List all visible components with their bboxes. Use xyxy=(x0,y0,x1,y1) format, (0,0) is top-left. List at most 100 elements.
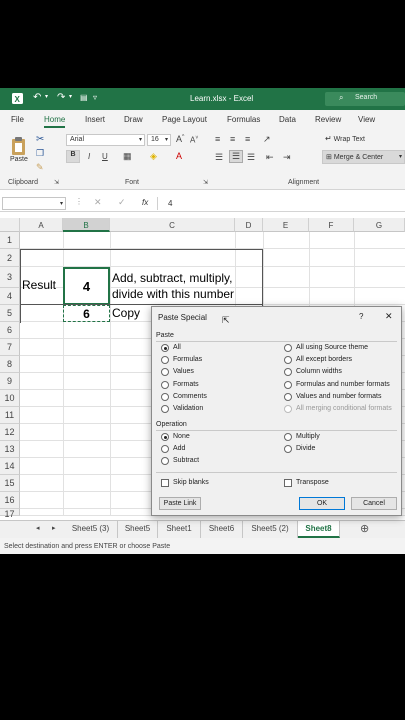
row-header-9[interactable]: 9 xyxy=(0,373,20,390)
font-color-icon[interactable]: A xyxy=(176,151,182,161)
op_left-radio-1[interactable] xyxy=(161,445,169,454)
tab-review[interactable]: Review xyxy=(315,115,341,124)
tab-data[interactable]: Data xyxy=(279,115,296,124)
row-header-7[interactable]: 7 xyxy=(0,339,20,356)
row-header-17[interactable]: 17 xyxy=(0,509,20,519)
paste_right-radio-0[interactable] xyxy=(284,344,292,352)
close-button[interactable]: ✕ xyxy=(385,311,393,322)
formula-input[interactable]: 4 xyxy=(157,197,405,210)
italic-button[interactable]: I xyxy=(88,152,90,161)
row-header-15[interactable]: 15 xyxy=(0,475,20,492)
grow-font-icon[interactable]: A^ xyxy=(176,134,184,144)
column-header-d[interactable]: D xyxy=(235,218,263,232)
sheet-tab-sheet5[interactable]: Sheet5 xyxy=(118,521,158,538)
column-header-g[interactable]: G xyxy=(354,218,405,232)
op_left-radio-2[interactable] xyxy=(161,457,169,466)
cancel-icon[interactable]: ✕ xyxy=(94,197,102,208)
paste_right-radio-3[interactable] xyxy=(284,380,292,389)
wrap-text-button[interactable]: ↵ Wrap Text xyxy=(325,134,405,146)
row-header-13[interactable]: 13 xyxy=(0,441,20,458)
row-header-10[interactable]: 10 xyxy=(0,390,20,407)
shrink-font-icon[interactable]: A˅ xyxy=(190,135,198,145)
row-header-8[interactable]: 8 xyxy=(0,356,20,373)
bold-button[interactable]: B xyxy=(66,150,80,163)
row-header-14[interactable]: 14 xyxy=(0,458,20,475)
insert-function-icon[interactable]: fx xyxy=(142,198,148,207)
tab-page-layout[interactable]: Page Layout xyxy=(162,115,207,124)
name-box[interactable]: ▾ xyxy=(2,197,66,210)
ok-button[interactable]: OK xyxy=(299,497,345,510)
paste-button[interactable]: Paste xyxy=(8,136,30,166)
cancel-button[interactable]: Cancel xyxy=(351,497,397,510)
row-header-2[interactable]: 2 xyxy=(0,249,20,267)
paste_left-radio-3[interactable] xyxy=(161,380,169,389)
row-header-4[interactable]: 4 xyxy=(0,288,20,305)
format-painter-icon[interactable]: ✎ xyxy=(36,162,44,173)
align-right-icon[interactable]: ☰ xyxy=(247,152,255,163)
column-header-c[interactable]: C xyxy=(110,218,235,232)
column-header-b[interactable]: B xyxy=(63,218,110,232)
align-center-icon[interactable]: ☰ xyxy=(229,150,244,163)
font-launcher-icon[interactable]: ⇲ xyxy=(203,179,208,186)
quick-access-more-icon[interactable]: ▿ xyxy=(93,93,97,102)
undo-icon[interactable]: ↶ xyxy=(33,92,41,103)
decrease-indent-icon[interactable]: ⇤ xyxy=(266,152,274,163)
clipboard-launcher-icon[interactable]: ⇲ xyxy=(54,179,59,186)
row-header-16[interactable]: 16 xyxy=(0,492,20,509)
column-header-f[interactable]: F xyxy=(309,218,354,232)
align-bottom-icon[interactable]: ≡ xyxy=(245,134,250,144)
paste_left-radio-0[interactable] xyxy=(161,344,169,352)
row-header-6[interactable]: 6 xyxy=(0,322,20,339)
paste_left-radio-5[interactable] xyxy=(161,405,169,413)
align-top-icon[interactable]: ≡ xyxy=(215,134,220,144)
paste_left-radio-2[interactable] xyxy=(161,368,169,377)
align-left-icon[interactable]: ☰ xyxy=(215,152,223,163)
cell-c3[interactable]: Add, subtract, multiply, divide with thi… xyxy=(110,267,263,305)
cell-b3-selected[interactable]: 4 xyxy=(63,267,110,305)
add-sheet-icon[interactable]: ⊕ xyxy=(360,522,369,535)
search-box[interactable]: ⌕ Search xyxy=(325,92,405,106)
skip-blanks-checkbox[interactable] xyxy=(161,479,169,487)
transpose-checkbox[interactable] xyxy=(284,479,292,487)
column-header-e[interactable]: E xyxy=(263,218,309,232)
op_right-radio-0[interactable] xyxy=(284,433,292,441)
row-header-3[interactable]: 3 xyxy=(0,267,20,288)
redo-icon[interactable]: ↷ xyxy=(57,92,65,103)
tab-file[interactable]: File xyxy=(11,115,24,124)
cell-a3[interactable]: Result xyxy=(20,267,63,305)
select-all-corner[interactable] xyxy=(0,218,20,232)
tab-draw[interactable]: Draw xyxy=(124,115,143,124)
align-middle-icon[interactable]: ≡ xyxy=(230,134,235,144)
tab-view[interactable]: View xyxy=(358,115,375,124)
tab-insert[interactable]: Insert xyxy=(85,115,105,124)
row-header-5[interactable]: 5 xyxy=(0,305,20,322)
paste_right-radio-4[interactable] xyxy=(284,392,292,401)
row-header-12[interactable]: 12 xyxy=(0,424,20,441)
sheet-tab-sheet5-3[interactable]: Sheet5 (3) xyxy=(64,521,118,538)
form-icon[interactable]: ▤ xyxy=(80,93,88,102)
underline-button[interactable]: U xyxy=(102,152,108,161)
paste_left-radio-1[interactable] xyxy=(161,356,169,365)
sheet-tab-sheet5-2[interactable]: Sheet5 (2) xyxy=(243,521,298,538)
orientation-icon[interactable]: ↗ xyxy=(263,134,271,145)
tab-formulas[interactable]: Formulas xyxy=(227,115,260,124)
scroll-sheets-left-icon[interactable]: ◂ xyxy=(36,524,40,532)
borders-icon[interactable]: ▦ xyxy=(123,151,132,162)
fill-color-icon[interactable]: ◈ xyxy=(150,151,157,162)
op_left-radio-0[interactable] xyxy=(161,433,169,441)
tab-home[interactable]: Home xyxy=(44,115,66,128)
enter-icon[interactable]: ✓ xyxy=(118,197,126,208)
row-header-1[interactable]: 1 xyxy=(0,232,20,249)
paste_left-radio-4[interactable] xyxy=(161,392,169,401)
sheet-tab-sheet6[interactable]: Sheet6 xyxy=(201,521,243,538)
op_right-radio-1[interactable] xyxy=(284,445,292,454)
help-button[interactable]: ? xyxy=(359,312,363,321)
paste_right-radio-2[interactable] xyxy=(284,368,292,377)
cut-icon[interactable]: ✂ xyxy=(36,134,44,145)
cell-b5-copy-marquee[interactable]: 6 xyxy=(63,305,110,322)
scroll-sheets-right-icon[interactable]: ▸ xyxy=(52,524,56,532)
paste-link-button[interactable]: Paste Link xyxy=(159,497,201,510)
undo-dropdown-icon[interactable]: ▾ xyxy=(45,93,48,100)
copy-icon[interactable]: ❐ xyxy=(36,148,44,159)
sheet-tab-sheet8-active[interactable]: Sheet8 xyxy=(298,521,340,538)
